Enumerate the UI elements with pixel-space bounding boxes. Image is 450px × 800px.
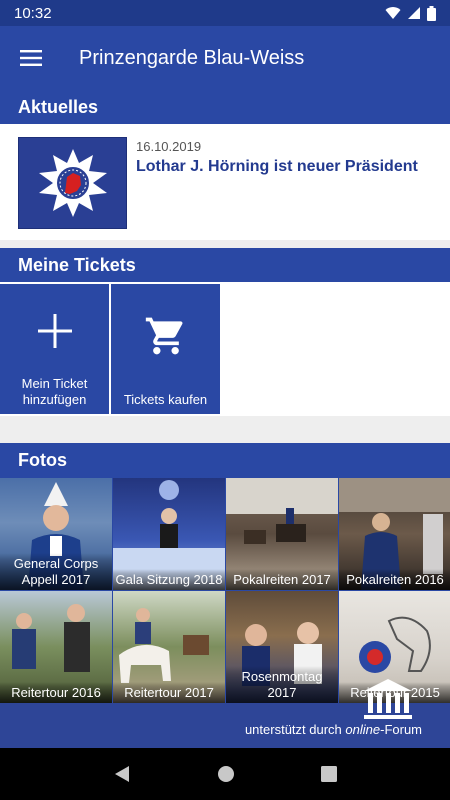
buy-tickets-label-line1: Tickets kaufen — [123, 392, 208, 407]
photo-caption-line1: Rosenmontag — [241, 669, 323, 684]
status-icons — [385, 5, 436, 21]
photo-caption: Gala Sitzung 2018 — [113, 569, 225, 590]
photo-album-pokalreiten-2017[interactable]: Pokalreiten 2017 — [226, 478, 338, 590]
photo-album-reitertour-2017[interactable]: Reitertour 2017 — [113, 591, 225, 703]
online-forum-logo-icon — [364, 679, 412, 719]
photo-album-reitertour-2016[interactable]: Reitertour 2016 — [0, 591, 112, 703]
photo-caption: Reitertour 2016 — [0, 682, 112, 703]
cellular-icon — [408, 7, 420, 19]
buy-tickets-button[interactable]: Tickets kaufen — [111, 284, 220, 414]
plus-icon — [37, 314, 72, 348]
sponsor-banner[interactable]: unterstützt durch online-Forum — [0, 679, 450, 748]
photo-caption: General Corps Appell 2017 — [0, 553, 112, 590]
battery-icon — [427, 5, 436, 21]
app-bar: Prinzengarde Blau-Weiss — [0, 26, 450, 90]
sponsor-suffix: -Forum — [380, 722, 422, 737]
photo-caption-line1: Pokalreiten 2017 — [233, 572, 331, 587]
sponsor-prefix: unterstützt durch — [244, 722, 346, 737]
photo-caption-line2: 2017 — [267, 685, 297, 700]
photo-album-general-corps[interactable]: General Corps Appell 2017 — [0, 478, 112, 590]
photo-caption-line1: Pokalreiten 2016 — [346, 572, 444, 587]
home-icon[interactable] — [217, 765, 235, 783]
photo-caption: Reitertour 2017 — [113, 682, 225, 703]
photo-caption: Pokalreiten 2017 — [226, 569, 338, 590]
add-ticket-label-line2: hinzufügen — [22, 392, 87, 407]
news-item[interactable]: 16.10.2019 Lothar J. Hörning ist neuer P… — [0, 124, 450, 240]
photo-album-gala-sitzung[interactable]: Gala Sitzung 2018 — [113, 478, 225, 590]
add-ticket-label: Mein Ticket hinzufügen — [0, 376, 109, 408]
recents-icon[interactable] — [321, 766, 337, 782]
buy-tickets-label: Tickets kaufen — [111, 392, 220, 408]
photo-caption-line1: Reitertour 2017 — [124, 685, 214, 700]
photo-caption-line2: Appell 2017 — [21, 572, 91, 587]
news-date: 16.10.2019 — [136, 139, 202, 154]
back-icon[interactable] — [113, 765, 131, 783]
sponsor-brand: online — [345, 722, 381, 737]
status-time: 10:32 — [14, 4, 52, 22]
photo-album-pokalreiten-2016[interactable]: Pokalreiten 2016 — [339, 478, 450, 590]
photo-caption: Rosenmontag 2017 — [226, 666, 338, 703]
photo-caption: Pokalreiten 2016 — [339, 569, 450, 590]
hamburger-menu-icon — [20, 50, 42, 66]
tickets-area: Mein Ticket hinzufügen Tickets kaufen — [0, 282, 450, 416]
section-header-news: Aktuelles — [0, 90, 450, 124]
news-thumbnail — [18, 137, 127, 229]
navigation-bar — [0, 748, 450, 800]
photo-grid: General Corps Appell 2017 Gala Sitzung 2… — [0, 477, 450, 703]
add-ticket-button[interactable]: Mein Ticket hinzufügen — [0, 284, 109, 414]
app-title: Prinzengarde Blau-Weiss — [79, 46, 305, 69]
add-ticket-label-line1: Mein Ticket — [21, 376, 88, 391]
status-bar: 10:32 — [0, 0, 450, 26]
section-header-tickets: Meine Tickets — [0, 248, 450, 282]
photo-caption-line1: Gala Sitzung 2018 — [115, 572, 223, 587]
photo-album-rosenmontag[interactable]: Rosenmontag 2017 — [226, 591, 338, 703]
guard-star-emblem-icon — [38, 149, 107, 217]
wifi-icon — [385, 7, 401, 20]
photo-caption-line1: Reitertour 2016 — [11, 685, 101, 700]
photo-caption-line1: General Corps — [13, 556, 99, 571]
news-headline: Lothar J. Hörning ist neuer Präsident — [136, 158, 418, 175]
sponsor-text: unterstützt durch online-Forum — [245, 722, 422, 737]
section-header-photos: Fotos — [0, 443, 450, 477]
shopping-cart-icon — [145, 317, 183, 355]
menu-button[interactable] — [0, 26, 62, 90]
